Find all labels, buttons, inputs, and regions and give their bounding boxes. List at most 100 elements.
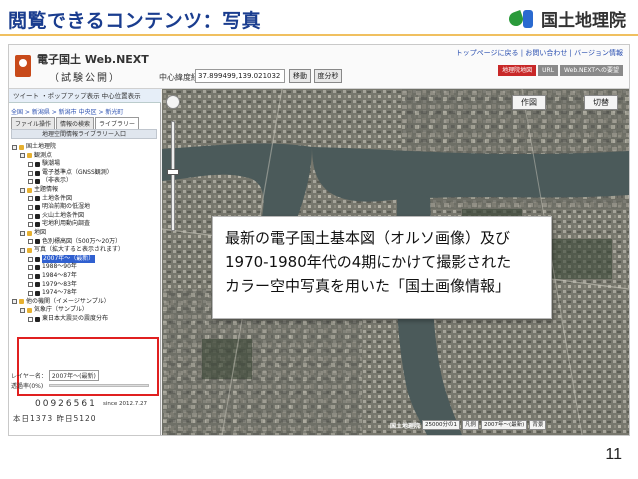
tree-item[interactable]: 1984～87年	[12, 272, 158, 281]
checkbox[interactable]	[28, 273, 33, 279]
tree-item[interactable]: 写真（拡大すると表示されます）	[12, 246, 158, 255]
layer-icon	[35, 196, 40, 202]
tree-item[interactable]: 験潮場	[12, 160, 158, 169]
expand-toggle-icon[interactable]	[20, 153, 25, 159]
zoom-slider-handle[interactable]	[167, 169, 179, 175]
tree-item-label: 1974～78年	[42, 289, 77, 297]
callout-line: 最新の電子国土基本図（オルソ画像）及び	[225, 229, 511, 247]
tree-item[interactable]: 観測点	[12, 152, 158, 161]
pan-control-icon[interactable]	[166, 95, 180, 109]
tree-item[interactable]: （非表示）	[12, 177, 158, 186]
move-button[interactable]: 移動	[289, 69, 311, 83]
checkbox[interactable]	[28, 282, 33, 288]
map-footer: 国土地理院 25000分の1 凡例 2007年～(最新) 背景	[390, 419, 547, 431]
layer-icon	[35, 170, 40, 176]
layer-icon	[35, 222, 40, 228]
folder-icon	[19, 299, 24, 305]
checkbox[interactable]	[28, 256, 33, 262]
folder-icon	[27, 187, 32, 193]
tree-item-label: 験潮場	[42, 160, 61, 168]
daily-counter: 本日1373 昨日5120	[13, 414, 97, 423]
checkbox[interactable]	[28, 170, 33, 176]
nav-button-url[interactable]: URL	[538, 65, 559, 76]
gsi-logo: 国土地理院	[507, 6, 626, 31]
checkbox[interactable]	[28, 265, 33, 271]
tree-item[interactable]: 1988～90年	[12, 263, 158, 272]
tree-item[interactable]: 主題情報	[12, 186, 158, 195]
tree-item[interactable]: 気象庁（サンプル）	[12, 306, 158, 315]
layer-icon	[35, 290, 40, 296]
checkbox[interactable]	[28, 222, 33, 228]
checkbox[interactable]	[28, 316, 33, 322]
title-underline	[0, 34, 638, 36]
transparency-slider[interactable]	[49, 384, 149, 387]
tree-item[interactable]: 土地条件図	[12, 195, 158, 204]
layer-icon	[35, 316, 40, 322]
tree-item-label: 写真（拡大すると表示されます）	[34, 246, 125, 254]
tree-item[interactable]: 色別標高図（500万～20万）	[12, 238, 158, 247]
layer-icon	[35, 204, 40, 210]
page-number: 11	[605, 446, 622, 463]
map-scale: 25000分の1	[422, 420, 461, 430]
switch-button[interactable]: 切替	[584, 95, 618, 110]
tree-item[interactable]: 電子基準点（GNSS観測）	[12, 169, 158, 178]
callout-box: 最新の電子国土基本図（オルソ画像）及び 1970-1980年代の4期にかけて撮影…	[212, 216, 552, 319]
callout-line: 1970-1980年代の4期にかけて撮影された	[225, 253, 512, 271]
top-links[interactable]: トップページに戻る | お問い合わせ | バージョン情報	[456, 48, 623, 58]
tree-item[interactable]: 1979～83年	[12, 281, 158, 290]
callout-line: カラー空中写真を用いた「国土画像情報」	[225, 277, 511, 295]
folder-icon	[27, 153, 32, 159]
checkbox[interactable]	[28, 290, 33, 296]
webnext-logo-icon	[15, 55, 31, 77]
tree-item[interactable]: 東日本大震災の震度分布	[12, 315, 158, 324]
checkbox[interactable]	[28, 204, 33, 210]
access-counter: 00926561	[35, 399, 97, 409]
coord-input[interactable]: 37.899499,139.021032	[195, 69, 285, 83]
checkbox[interactable]	[28, 239, 33, 245]
checkbox[interactable]	[28, 196, 33, 202]
checkbox[interactable]	[28, 179, 33, 185]
breadcrumb[interactable]: 全国 > 新潟県 > 新潟市 中央区 > 新光町	[11, 107, 123, 116]
tree-item-label: 土地条件図	[42, 194, 73, 202]
transparency-label: 透過率(0%)	[11, 383, 44, 390]
tree-item-label: 明治前期の低湿地	[42, 203, 91, 211]
tree-item-label: 1979～83年	[42, 280, 77, 288]
expand-toggle-icon[interactable]	[12, 144, 17, 150]
tree-item[interactable]: 2007年～（最新）	[12, 254, 158, 264]
gsi-logo-icon	[507, 8, 537, 30]
degree-button[interactable]: 度分秒	[314, 69, 342, 83]
folder-icon	[27, 308, 32, 314]
library-header[interactable]: 地理空間情報ライブラリー入口	[11, 129, 157, 139]
draw-button[interactable]: 作図	[512, 95, 546, 110]
org-name: 国土地理院	[541, 11, 626, 31]
expand-toggle-icon[interactable]	[20, 247, 25, 253]
tree-item[interactable]: 地図	[12, 229, 158, 238]
layer-label: レイヤー名：	[11, 373, 47, 380]
tree-item-label: 他の機関（イメージサンプル）	[26, 297, 110, 305]
tree-item[interactable]: 他の機関（イメージサンプル）	[12, 298, 158, 307]
share-toolbar[interactable]: ツイート ・ポップアップ表示 中心位置表示	[9, 89, 161, 103]
expand-toggle-icon[interactable]	[20, 187, 25, 193]
tree-item[interactable]: 1974～78年	[12, 289, 158, 298]
legend-button[interactable]: 凡例	[462, 420, 480, 430]
slide-title: 閲覧できるコンテンツ：写真	[8, 10, 262, 32]
counter-since: since 2012.7.27	[103, 401, 148, 407]
background-button[interactable]: 背景	[529, 420, 547, 430]
expand-toggle-icon[interactable]	[12, 299, 17, 305]
layer-icon	[35, 161, 40, 167]
nav-button-request[interactable]: Web.NEXTへの要望	[560, 65, 623, 76]
checkbox[interactable]	[28, 213, 33, 219]
tree-item[interactable]: 明治前期の低湿地	[12, 203, 158, 212]
tree-item[interactable]: 国土地理院	[12, 143, 158, 152]
layer-indicator[interactable]: 2007年～(最新)	[481, 420, 528, 430]
tree-item-label: 主題情報	[34, 185, 59, 193]
tree-item-label: 1988～90年	[42, 263, 77, 271]
zoom-slider[interactable]	[171, 121, 175, 231]
layer-tree: 国土地理院 観測点 験潮場 電子基準点（GNSS観測） （非表示） 主題情報 土地条件図 明治…	[12, 143, 158, 323]
expand-toggle-icon[interactable]	[20, 308, 25, 314]
expand-toggle-icon[interactable]	[20, 230, 25, 236]
nav-button-gsi-maps[interactable]: 地理院地図	[498, 65, 537, 76]
layer-select[interactable]: 2007年～(最新)	[48, 370, 99, 381]
tree-item[interactable]: 宅地利用動向調査	[12, 220, 158, 229]
checkbox[interactable]	[28, 161, 33, 167]
